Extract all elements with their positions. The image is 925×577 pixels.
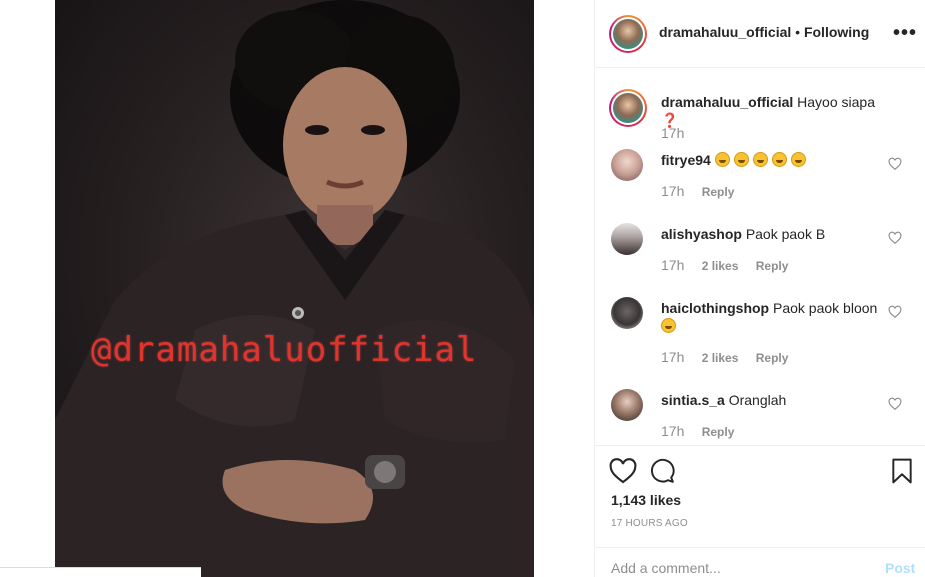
post-timestamp[interactable]: 17 HOURS AGO — [611, 518, 688, 529]
comment-username[interactable]: dramahaluu_official — [661, 94, 793, 110]
header-separator: • — [795, 24, 801, 40]
photo-pane: @dramahaluofficial — [0, 0, 594, 577]
heart-icon[interactable] — [888, 397, 902, 411]
heart-icon[interactable] — [888, 157, 902, 171]
comment-text: alishyashop Paok paok B — [661, 225, 881, 243]
comment-likes[interactable]: 2 likes — [702, 351, 739, 365]
comment-meta: 17h 2 likes Reply — [661, 349, 788, 365]
comment-meta: 17h — [661, 125, 698, 141]
reply-button[interactable]: Reply — [702, 425, 735, 439]
post-actions: 1,143 likes 17 HOURS AGO — [595, 445, 925, 547]
caption-text: dramahaluu_official Hayoo siapa ❓ — [661, 93, 881, 129]
comment-username[interactable]: fitrye94 — [661, 152, 711, 168]
author-username[interactable]: dramahaluu_official — [659, 24, 791, 40]
caption-avatar[interactable] — [609, 89, 647, 127]
reply-button[interactable]: Reply — [702, 185, 735, 199]
likes-count[interactable]: 1,143 likes — [611, 492, 681, 508]
following-button[interactable]: Following — [804, 24, 869, 40]
portrait-illustration — [55, 0, 534, 577]
comment-time[interactable]: 17h — [661, 423, 684, 439]
crying-laughing-emoji-icon — [661, 318, 676, 333]
photo-bottom-strip — [0, 567, 201, 577]
post-comment-button[interactable]: Post — [885, 560, 915, 576]
comment-body: Paok paok bloon — [773, 300, 878, 316]
post-side-panel: dramahaluu_official • Following ••• dram… — [594, 0, 925, 577]
grinning-emoji-icon — [752, 152, 768, 167]
comment-likes[interactable]: 2 likes — [702, 259, 739, 273]
comment-time[interactable]: 17h — [661, 349, 684, 365]
grinning-emoji-icon — [714, 152, 730, 167]
comment-text: sintia.s_a Oranglah — [661, 391, 881, 409]
heart-icon[interactable] — [888, 305, 902, 319]
grinning-emoji-icon — [790, 152, 806, 167]
add-comment-input[interactable] — [611, 558, 861, 577]
more-options-button[interactable]: ••• — [893, 22, 917, 45]
comment-time[interactable]: 17h — [661, 125, 684, 141]
reply-button[interactable]: Reply — [756, 351, 789, 365]
commenter-avatar[interactable] — [611, 223, 643, 255]
comment-time[interactable]: 17h — [661, 257, 684, 273]
comment-time[interactable]: 17h — [661, 183, 684, 199]
commenter-avatar[interactable] — [611, 297, 643, 329]
grinning-emoji-icon — [771, 152, 787, 167]
commenter-avatar[interactable] — [611, 389, 643, 421]
comment-body: Oranglah — [728, 392, 787, 408]
comment-meta: 17h 2 likes Reply — [661, 257, 788, 273]
comment-username[interactable]: haiclothingshop — [661, 300, 769, 316]
post-header: dramahaluu_official • Following ••• — [595, 0, 925, 68]
post-photo[interactable]: @dramahaluofficial — [55, 0, 534, 577]
grinning-emoji-icon — [733, 152, 749, 167]
comment-body: Paok paok B — [745, 226, 826, 242]
comment-username[interactable]: sintia.s_a — [661, 392, 725, 408]
commenter-avatar[interactable] — [611, 149, 643, 181]
bookmark-icon[interactable] — [891, 458, 913, 484]
comment-meta: 17h Reply — [661, 183, 734, 199]
like-heart-icon[interactable] — [609, 458, 637, 484]
comment-composer: Post — [595, 547, 925, 577]
heart-icon[interactable] — [888, 231, 902, 245]
comments-list[interactable]: dramahaluu_official Hayoo siapa ❓ 17h fi… — [595, 69, 925, 445]
author-line: dramahaluu_official • Following — [659, 24, 869, 40]
comment-text: haiclothingshop Paok paok bloon — [661, 299, 881, 335]
author-avatar[interactable] — [609, 15, 647, 53]
comment-username[interactable]: alishyashop — [661, 226, 742, 242]
photo-watermark: @dramahaluofficial — [91, 330, 478, 370]
comment-meta: 17h Reply — [661, 423, 734, 439]
reply-button[interactable]: Reply — [756, 259, 789, 273]
comment-text: fitrye94 — [661, 151, 881, 169]
comment-icon[interactable] — [649, 458, 675, 484]
comment-body: Hayoo siapa — [797, 94, 875, 110]
more-horizontal-icon: ••• — [893, 22, 918, 44]
